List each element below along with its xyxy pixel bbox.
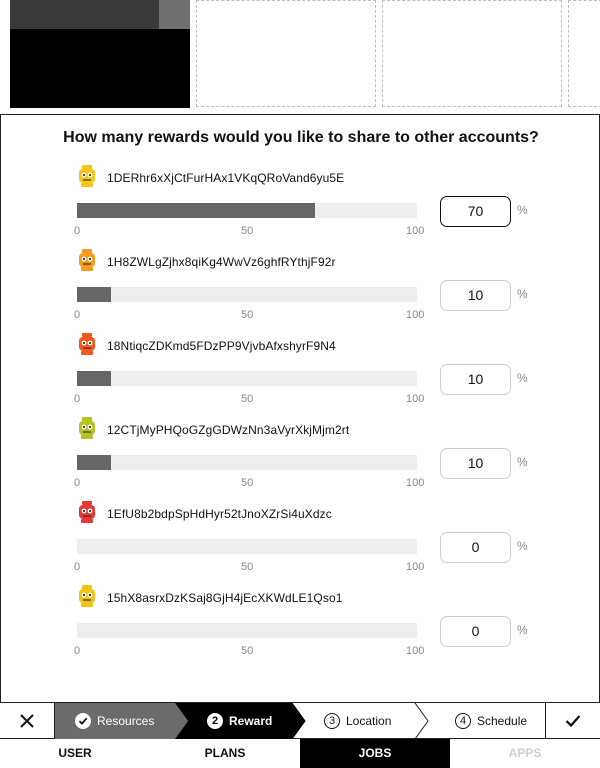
percent-unit: %: [517, 287, 528, 301]
share-percent-input[interactable]: 0: [440, 532, 511, 563]
share-percent-input[interactable]: 10: [440, 364, 511, 395]
reward-row: 18NtiqcZDKmd5FDzPP9VjvbAfxshyrF9N4 0 50 100…: [1, 333, 600, 417]
thumbnail-placeholder[interactable]: [568, 0, 600, 107]
percent-unit: %: [517, 455, 528, 469]
thumbnail-titlebar: [10, 0, 190, 29]
slider-tick-max: 100: [406, 477, 425, 489]
share-slider[interactable]: [77, 287, 417, 302]
slider-tick-mid: 50: [241, 393, 254, 405]
step-label: Location: [346, 714, 392, 728]
step-reward[interactable]: 2 Reward: [207, 703, 272, 739]
tab-plans[interactable]: PLANS: [150, 739, 300, 768]
page-title: How many rewards would you like to share…: [63, 129, 539, 146]
slider-tick-min: 0: [74, 561, 81, 573]
slider-tick-mid: 50: [241, 225, 254, 237]
reward-row: 1DERhr6xXjCtFurHAx1VKqQRoVand6yu5E 0 50 100…: [1, 165, 600, 249]
confirm-button[interactable]: [545, 703, 600, 739]
slider-tick-mid: 50: [241, 645, 254, 657]
slider-tick-min: 0: [74, 645, 81, 657]
yellow-eye-robot-avatar-icon: [79, 585, 95, 607]
share-slider[interactable]: [77, 455, 417, 470]
reward-row: 15hX8asrxDzKSaj8GjH4jEcXKWdLE1Qso1 0 50 100…: [1, 585, 600, 669]
close-button[interactable]: [0, 703, 55, 739]
step-resources[interactable]: Resources: [75, 703, 154, 739]
account-address: 18NtiqcZDKmd5FDzPP9VjvbAfxshyrF9N4: [107, 339, 336, 353]
slider-tick-min: 0: [74, 393, 81, 405]
bottom-tab-bar: USER PLANS JOBS APPS: [0, 739, 600, 768]
share-percent-input[interactable]: 0: [440, 616, 511, 647]
orange-robot-avatar-icon: [79, 249, 95, 271]
yellow-robot-avatar-icon: [79, 165, 95, 187]
slider-tick-max: 100: [406, 393, 425, 405]
share-slider-fill: [77, 371, 111, 386]
share-slider-fill: [77, 203, 315, 218]
slider-tick-mid: 50: [241, 561, 254, 573]
tab-apps: APPS: [508, 746, 542, 760]
share-percent-input[interactable]: 70: [440, 196, 511, 227]
tab-jobs[interactable]: JOBS: [300, 739, 450, 768]
slider-tick-mid: 50: [241, 309, 254, 321]
step-number: 2: [207, 713, 223, 729]
reward-row: 12CTjMyPHQoGZgGDWzNn3aVyrXkjMjm2rt 0 50 100…: [1, 417, 600, 501]
step-label: Schedule: [477, 714, 528, 728]
slider-tick-min: 0: [74, 225, 81, 237]
thumbnail-placeholder[interactable]: [196, 0, 376, 107]
share-slider[interactable]: [77, 203, 417, 218]
percent-unit: %: [517, 539, 528, 553]
account-address: 1DERhr6xXjCtFurHAx1VKqQRoVand6yu5E: [107, 171, 345, 185]
account-address: 1EfU8b2bdpSpHdHyr52tJnoXZrSi4uXdzc: [107, 507, 332, 521]
slider-tick-max: 100: [406, 225, 425, 237]
account-address: 1H8ZWLgZjhx8qiKg4WwVz6ghfRYthjF92r: [107, 255, 336, 269]
percent-unit: %: [517, 371, 528, 385]
share-slider[interactable]: [77, 623, 417, 638]
close-icon: [20, 714, 34, 728]
step-label: Resources: [97, 714, 155, 728]
share-slider-fill: [77, 455, 111, 470]
olive-robot-avatar-icon: [79, 417, 95, 439]
account-address: 12CTjMyPHQoGZgGDWzNn3aVyrXkjMjm2rt: [107, 423, 350, 437]
step-schedule[interactable]: 4 Schedule: [455, 703, 527, 739]
slider-tick-max: 100: [406, 561, 425, 573]
step-number: 4: [455, 713, 471, 729]
reward-row: 1H8ZWLgZjhx8qiKg4WwVz6ghfRYthjF92r 0 50 100…: [1, 249, 600, 333]
share-percent-input[interactable]: 10: [440, 448, 511, 479]
check-circle-icon: [75, 713, 91, 729]
reward-share-panel: How many rewards would you like to share…: [0, 114, 600, 738]
share-percent-input[interactable]: 10: [440, 280, 511, 311]
thumbnail-active[interactable]: [10, 0, 190, 108]
thumbnail-knob: [159, 0, 190, 29]
step-location[interactable]: 3 Location: [324, 703, 391, 739]
slider-tick-min: 0: [74, 309, 81, 321]
red-orange-robot-avatar-icon: [79, 333, 95, 355]
step-label: Reward: [229, 714, 273, 728]
wizard-stepper: Resources 2 Reward 3 Location 4 Schedule: [0, 702, 600, 739]
account-address: 15hX8asrxDzKSaj8GjH4jEcXKWdLE1Qso1: [107, 591, 343, 605]
tab-user[interactable]: USER: [0, 739, 150, 768]
reward-row: 1EfU8b2bdpSpHdHyr52tJnoXZrSi4uXdzc 0 50 100…: [1, 501, 600, 585]
slider-tick-max: 100: [406, 645, 425, 657]
slider-tick-max: 100: [406, 309, 425, 321]
thumbnail-strip: [0, 0, 600, 112]
share-slider-fill: [77, 287, 111, 302]
step-number: 3: [324, 713, 340, 729]
percent-unit: %: [517, 623, 528, 637]
slider-tick-min: 0: [74, 477, 81, 489]
slider-tick-mid: 50: [241, 477, 254, 489]
thumbnail-placeholder[interactable]: [382, 0, 562, 107]
share-slider[interactable]: [77, 539, 417, 554]
red-robot-avatar-icon: [79, 501, 95, 523]
check-icon: [565, 715, 581, 728]
percent-unit: %: [517, 203, 528, 217]
share-slider[interactable]: [77, 371, 417, 386]
